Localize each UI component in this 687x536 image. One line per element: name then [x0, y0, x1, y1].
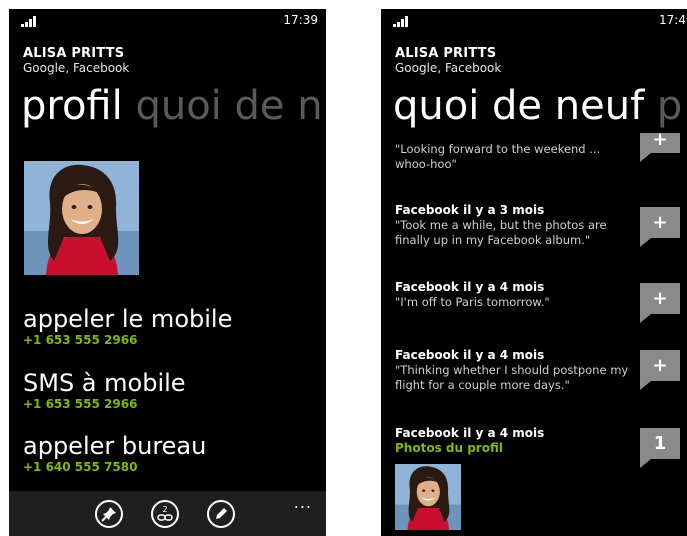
feed-item[interactable]: "Looking forward to the weekend ... whoo…	[395, 142, 635, 172]
feed-item[interactable]: Facebook il y a 4 mois "I'm off to Paris…	[395, 280, 635, 310]
feed-item[interactable]: Facebook il y a 4 mois "Thinking whether…	[395, 348, 635, 393]
contact-name: ALISA PRITTS	[395, 46, 497, 61]
clock: 17:39	[283, 13, 318, 27]
edit-button[interactable]	[207, 500, 235, 528]
add-comment-button[interactable]: +	[640, 283, 680, 314]
sms-number: +1 653 555 2966	[23, 397, 138, 411]
feed-item[interactable]: Facebook il y a 4 mois Photos du profil	[395, 426, 635, 456]
sms-mobile-label[interactable]: SMS à mobile	[23, 369, 186, 397]
status-bar: 17:39	[9, 9, 326, 31]
comment-tile-tail	[640, 381, 651, 390]
pin-button[interactable]	[95, 500, 123, 528]
add-comment-button[interactable]: +	[640, 207, 680, 238]
feed-item-text: "Thinking whether I should postpone my f…	[395, 363, 629, 392]
feed-item[interactable]: Facebook il y a 3 mois "Took me a while,…	[395, 203, 635, 248]
status-bar: 17:40	[381, 9, 687, 31]
feed-item-title: Facebook il y a 4 mois	[395, 280, 545, 294]
call-mobile-label[interactable]: appeler le mobile	[23, 305, 232, 333]
feed-item-text: "Took me a while, but the photos are fin…	[395, 218, 607, 247]
edit-icon	[216, 508, 227, 519]
call-office-label[interactable]: appeler bureau	[23, 432, 206, 460]
whats-new-screen: 17:40 ALISA PRITTS Google, Facebook quoi…	[381, 9, 687, 536]
comment-tile-tail	[640, 314, 651, 323]
signal-strength-icon	[21, 15, 43, 27]
call-mobile-action[interactable]: appeler le mobile +1 653 555 2966	[23, 305, 232, 347]
linked-count: 2	[162, 505, 167, 514]
pivot-header: quoi de neuf p	[393, 81, 682, 131]
profile-photo-thumbnail[interactable]	[395, 464, 461, 530]
feed-item-text: "Looking forward to the weekend ... whoo…	[395, 142, 601, 171]
signal-strength-icon	[393, 15, 415, 27]
contact-photo	[24, 161, 139, 275]
pivot-tab-quoi-de-neuf[interactable]: quoi de neuf	[393, 83, 644, 129]
link-icon: 2	[157, 505, 173, 521]
pivot-header: profil quoi de n	[21, 81, 323, 131]
pivot-tab-photos[interactable]: p	[657, 83, 682, 129]
contact-name: ALISA PRITTS	[23, 46, 125, 61]
more-menu-button[interactable]: ...	[294, 493, 312, 512]
feed-item-text: "I'm off to Paris tomorrow."	[395, 295, 550, 309]
comment-tile-tail	[640, 459, 651, 468]
comment-count-tile[interactable]: 1	[640, 428, 680, 459]
profile-screen: 17:39 ALISA PRITTS Google, Facebook prof…	[9, 9, 326, 536]
add-comment-button[interactable]: +	[640, 350, 680, 381]
mobile-number: +1 653 555 2966	[23, 333, 138, 347]
call-office-action[interactable]: appeler bureau +1 640 555 7580	[23, 432, 206, 474]
pivot-tab-quoi-de-neuf[interactable]: quoi de n	[135, 83, 322, 129]
pin-icon	[101, 507, 116, 522]
profile-photos-link[interactable]: Photos du profil	[395, 441, 635, 456]
comment-tile-tail	[640, 238, 651, 247]
contact-sources: Google, Facebook	[23, 61, 130, 75]
sms-mobile-action[interactable]: SMS à mobile +1 653 555 2966	[23, 369, 186, 411]
clock: 17:40	[659, 13, 687, 27]
office-number: +1 640 555 7580	[23, 460, 138, 474]
feed-item-title: Facebook il y a 3 mois	[395, 203, 545, 217]
feed-item-title: Facebook il y a 4 mois	[395, 426, 545, 440]
linked-profiles-button[interactable]: 2	[151, 500, 179, 528]
comment-tile-tail	[640, 153, 651, 162]
pivot-tab-profil[interactable]: profil	[21, 83, 123, 129]
contact-sources: Google, Facebook	[395, 61, 502, 75]
feed-item-title: Facebook il y a 4 mois	[395, 348, 545, 362]
add-comment-button[interactable]: +	[640, 131, 680, 153]
app-bar: 2 ...	[9, 491, 326, 536]
